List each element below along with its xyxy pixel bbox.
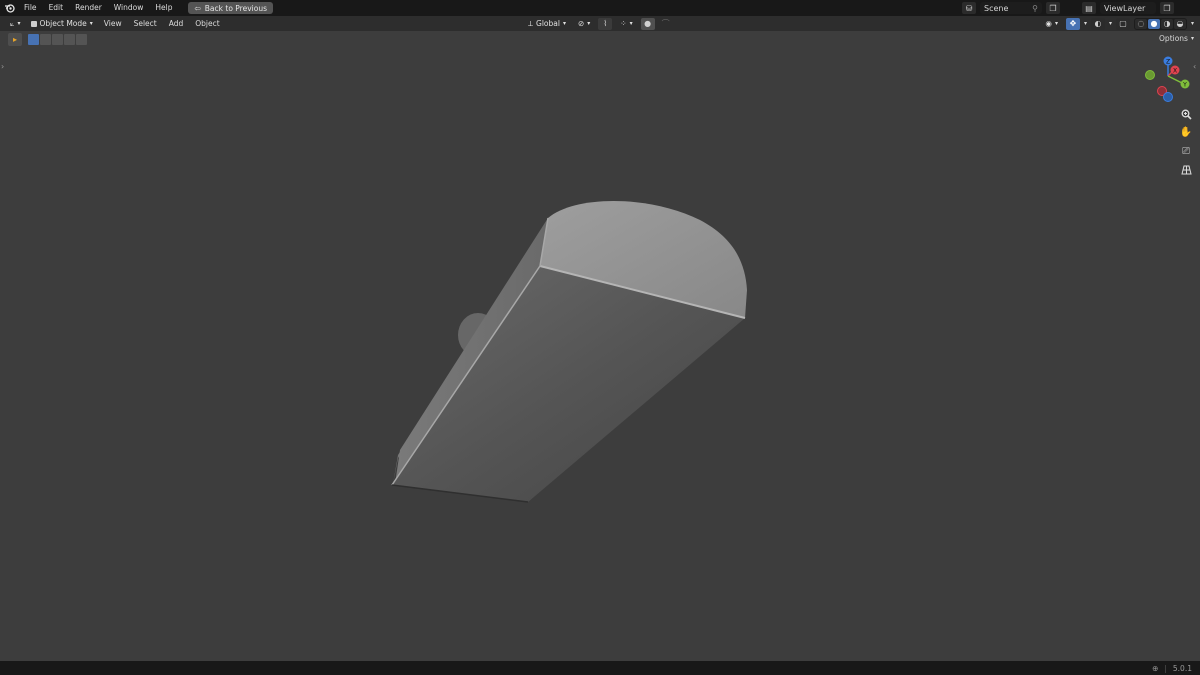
perspective-toggle-icon[interactable] xyxy=(1178,162,1194,178)
neg-y-axis-handle[interactable] xyxy=(1145,70,1155,80)
mesh-object[interactable] xyxy=(391,200,747,503)
pan-hand-icon[interactable]: ✋ xyxy=(1178,124,1194,140)
y-axis-label: Y xyxy=(1182,82,1187,89)
x-axis-label: X xyxy=(1173,68,1177,75)
z-axis-label: Z xyxy=(1166,59,1170,66)
status-divider: | xyxy=(1164,663,1167,673)
viewport-3d-canvas[interactable] xyxy=(0,0,1200,675)
version-label: 5.0.1 xyxy=(1172,663,1192,673)
network-globe-icon[interactable]: ⊕ xyxy=(1152,664,1158,673)
status-bar: ⊕ | 5.0.1 xyxy=(0,661,1200,675)
neg-z-axis-handle[interactable] xyxy=(1163,92,1173,102)
camera-view-icon[interactable]: ⎚ xyxy=(1178,143,1194,159)
navigation-gizmo[interactable]: Z X Y xyxy=(1138,54,1194,104)
zoom-icon[interactable] xyxy=(1178,106,1194,122)
